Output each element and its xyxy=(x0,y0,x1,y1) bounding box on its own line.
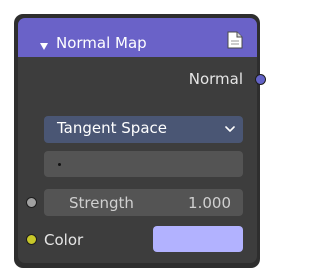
collapse-triangle-icon[interactable] xyxy=(40,43,48,50)
uv-map-field[interactable] xyxy=(44,151,243,177)
chevron-down-icon xyxy=(225,126,235,132)
input-strength-socket[interactable] xyxy=(26,197,37,208)
strength-label: Strength xyxy=(69,194,134,212)
node-title: Normal Map xyxy=(56,34,147,52)
preview-toggle-icon[interactable] xyxy=(227,31,243,49)
input-color-socket[interactable] xyxy=(26,234,37,245)
strength-field[interactable]: Strength 1.000 xyxy=(44,189,243,216)
output-normal-label: Normal xyxy=(188,70,243,88)
color-swatch[interactable] xyxy=(153,226,243,252)
uv-map-icon xyxy=(58,163,61,166)
color-label: Color xyxy=(44,231,84,249)
output-normal-socket[interactable] xyxy=(255,74,266,85)
space-dropdown[interactable]: Tangent Space xyxy=(44,116,243,143)
space-dropdown-label: Tangent Space xyxy=(57,119,167,137)
strength-value: 1.000 xyxy=(188,194,231,212)
